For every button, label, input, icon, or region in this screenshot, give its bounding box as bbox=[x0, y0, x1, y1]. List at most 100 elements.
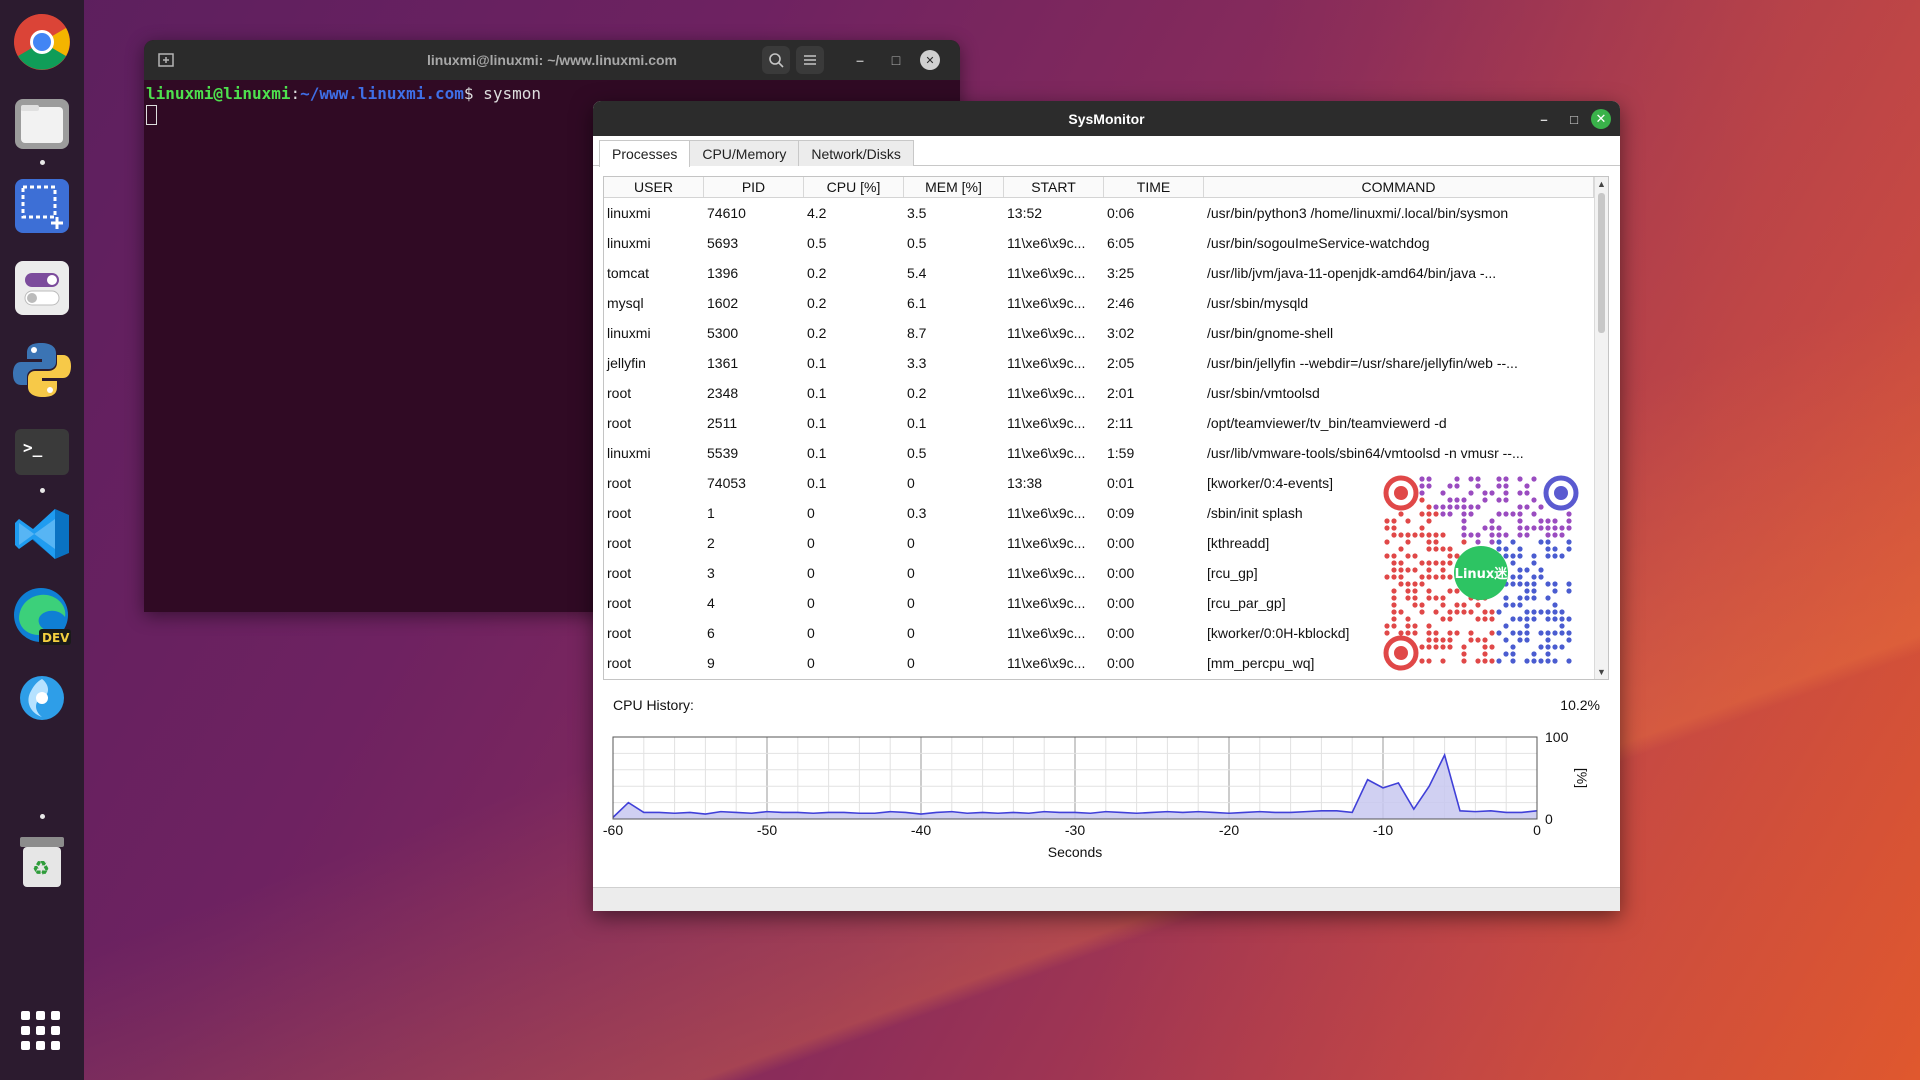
qr-dot bbox=[1510, 511, 1516, 517]
qr-dot bbox=[1489, 539, 1495, 545]
files-icon[interactable] bbox=[10, 92, 74, 156]
cell-pid: 2 bbox=[707, 535, 715, 551]
cell-user: root bbox=[607, 535, 632, 551]
column-header-command[interactable]: COMMAND bbox=[1204, 177, 1594, 197]
qr-dot bbox=[1440, 567, 1446, 573]
qr-dot bbox=[1482, 609, 1488, 615]
qr-dot bbox=[1391, 560, 1397, 566]
qr-dot bbox=[1517, 581, 1523, 587]
maximize-button[interactable]: □ bbox=[882, 46, 910, 74]
python-icon[interactable] bbox=[10, 338, 74, 402]
qr-dot bbox=[1391, 623, 1397, 629]
tab-cpu-memory[interactable]: CPU/Memory bbox=[689, 140, 800, 166]
qr-dot bbox=[1482, 651, 1488, 657]
vscode-icon[interactable] bbox=[10, 502, 74, 566]
minimize-button[interactable]: – bbox=[846, 46, 874, 74]
sysmonitor-titlebar[interactable]: SysMonitor – □ ✕ bbox=[593, 101, 1620, 136]
terminal-icon[interactable]: >_ bbox=[10, 420, 74, 484]
qr-dot bbox=[1433, 504, 1439, 510]
table-row[interactable]: root 2511 0.1 0.1 11\xe6\x9c... 2:11/opt/team… bbox=[604, 408, 1608, 438]
column-header-cpu[interactable]: CPU [%] bbox=[804, 177, 904, 197]
cell-cpu: 0.2 bbox=[807, 295, 827, 311]
cpu-history-chart: -60 -50 -40 -30 -20 -10 0 100 0 Seconds [%] bbox=[593, 723, 1620, 883]
qr-dot bbox=[1545, 651, 1551, 657]
qr-dot bbox=[1524, 567, 1530, 573]
qr-dot bbox=[1503, 532, 1509, 538]
column-header-pid[interactable]: PID bbox=[704, 177, 804, 197]
cell-mem: 3.5 bbox=[907, 205, 927, 221]
table-row[interactable]: jellyfin 1361 0.1 3.3 11\xe6\x9c... 2:05/usr/… bbox=[604, 348, 1608, 378]
x-tick-label: 0 bbox=[1533, 822, 1541, 838]
maximize-button[interactable]: □ bbox=[1562, 107, 1586, 131]
table-row[interactable]: linuxmi 74610 4.2 3.5 13:52 0:06/usr/bin/pyth… bbox=[604, 198, 1608, 228]
table-row[interactable]: linuxmi 5693 0.5 0.5 11\xe6\x9c... 6:05/usr/b… bbox=[604, 228, 1608, 258]
qr-dot bbox=[1545, 546, 1551, 552]
qr-dot bbox=[1468, 476, 1474, 482]
x-tick-label: -10 bbox=[1373, 822, 1393, 838]
qr-dot bbox=[1566, 518, 1572, 524]
qr-dot bbox=[1447, 588, 1453, 594]
tab-network-disks[interactable]: Network/Disks bbox=[798, 140, 914, 166]
qr-dot bbox=[1384, 630, 1390, 636]
qr-dot bbox=[1447, 553, 1453, 559]
cell-command: /opt/teamviewer/tv_bin/teamviewerd -d bbox=[1207, 415, 1447, 431]
table-row[interactable]: tomcat 1396 0.2 5.4 11\xe6\x9c... 3:25/usr/li… bbox=[604, 258, 1608, 288]
table-row[interactable]: linuxmi 5300 0.2 8.7 11\xe6\x9c... 3:02/usr/b… bbox=[604, 318, 1608, 348]
deepin-icon[interactable] bbox=[10, 666, 74, 730]
qr-dot bbox=[1524, 581, 1530, 587]
column-header-user[interactable]: USER bbox=[604, 177, 704, 197]
hamburger-menu-icon[interactable] bbox=[796, 46, 824, 74]
scroll-down-arrow-icon[interactable]: ▼ bbox=[1595, 665, 1608, 679]
vertical-scrollbar[interactable]: ▲ ▼ bbox=[1594, 177, 1608, 679]
qr-dot bbox=[1552, 644, 1558, 650]
tab-processes[interactable]: Processes bbox=[599, 140, 691, 167]
terminal-titlebar[interactable]: linuxmi@linuxmi: ~/www.linuxmi.com – □ ✕ bbox=[144, 40, 960, 80]
close-button[interactable]: ✕ bbox=[920, 50, 940, 70]
screenshot-icon[interactable] bbox=[10, 174, 74, 238]
search-icon[interactable] bbox=[762, 46, 790, 74]
cell-pid: 2348 bbox=[707, 385, 739, 401]
qr-dot bbox=[1405, 553, 1411, 559]
qr-dot bbox=[1447, 511, 1453, 517]
cell-pid: 5539 bbox=[707, 445, 739, 461]
cell-mem: 0 bbox=[907, 535, 915, 551]
cell-time: 0:00 bbox=[1107, 565, 1135, 581]
column-header-time[interactable]: TIME bbox=[1104, 177, 1204, 197]
scroll-up-arrow-icon[interactable]: ▲ bbox=[1595, 177, 1608, 191]
qr-dot bbox=[1524, 483, 1530, 489]
qr-dot bbox=[1447, 497, 1453, 503]
cell-pid: 9 bbox=[707, 655, 715, 671]
chrome-icon[interactable] bbox=[10, 10, 74, 74]
close-button[interactable]: ✕ bbox=[1591, 109, 1611, 129]
qr-dot bbox=[1503, 553, 1509, 559]
cell-command: /usr/bin/sogouImeService-watchdog bbox=[1207, 235, 1430, 251]
scrollbar-thumb[interactable] bbox=[1598, 193, 1605, 333]
column-header-start[interactable]: START bbox=[1004, 177, 1104, 197]
cell-start: 11\xe6\x9c... bbox=[1007, 325, 1086, 341]
apps-grid-icon[interactable] bbox=[16, 1006, 66, 1056]
edge-dev-icon[interactable]: DEV bbox=[10, 584, 74, 648]
qr-dot bbox=[1510, 581, 1516, 587]
table-row[interactable]: linuxmi 5539 0.1 0.5 11\xe6\x9c... 1:59/usr/l… bbox=[604, 438, 1608, 468]
qr-dot bbox=[1510, 644, 1516, 650]
qr-dot bbox=[1440, 511, 1446, 517]
settings-toggle-icon[interactable] bbox=[10, 256, 74, 320]
qr-dot bbox=[1419, 609, 1425, 615]
qr-dot bbox=[1538, 630, 1544, 636]
table-row[interactable]: mysql 1602 0.2 6.1 11\xe6\x9c... 2:46/usr/sbi… bbox=[604, 288, 1608, 318]
table-row[interactable]: root 2348 0.1 0.2 11\xe6\x9c... 2:01/usr/sbin… bbox=[604, 378, 1608, 408]
qr-dot bbox=[1433, 574, 1439, 580]
qr-dot bbox=[1524, 630, 1530, 636]
qr-dot bbox=[1538, 609, 1544, 615]
trash-icon[interactable]: ♻ bbox=[10, 830, 74, 894]
qr-dot bbox=[1447, 504, 1453, 510]
qr-dot bbox=[1559, 532, 1565, 538]
cell-pid: 5693 bbox=[707, 235, 739, 251]
minimize-button[interactable]: – bbox=[1532, 107, 1556, 131]
qr-dot bbox=[1440, 504, 1446, 510]
qr-dot bbox=[1517, 532, 1523, 538]
column-header-mem[interactable]: MEM [%] bbox=[904, 177, 1004, 197]
qr-dot bbox=[1496, 658, 1502, 664]
qr-dot bbox=[1503, 476, 1509, 482]
qr-dot bbox=[1454, 497, 1460, 503]
